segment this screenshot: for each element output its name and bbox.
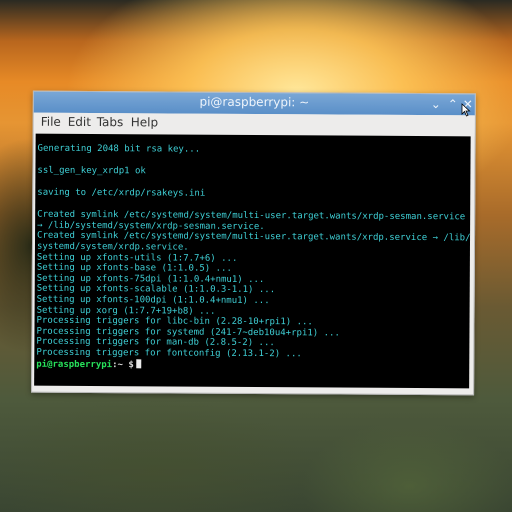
menu-tabs[interactable]: Tabs	[97, 115, 124, 129]
window-title: pi@raspberrypi: ~	[199, 94, 310, 110]
menu-help[interactable]: Help	[131, 115, 158, 129]
terminal-output-area[interactable]: Generating 2048 bit rsa key... ssl_gen_k…	[34, 133, 471, 389]
minimize-button[interactable]: ⌄	[427, 95, 445, 113]
shell-prompt[interactable]: pi@raspberrypi:~ $	[36, 358, 467, 371]
mouse-pointer-icon	[461, 103, 471, 117]
prompt-user-host: pi@raspberrypi	[36, 359, 113, 370]
menu-bar: File Edit Tabs Help	[33, 112, 475, 137]
menu-edit[interactable]: Edit	[68, 115, 91, 129]
text-cursor	[135, 358, 141, 368]
terminal-window[interactable]: pi@raspberrypi: ~ ⌄ ⌃ ✕ File Edit Tabs H…	[31, 90, 476, 396]
menu-file[interactable]: File	[41, 115, 61, 129]
prompt-path: :~ $	[112, 359, 134, 370]
window-titlebar[interactable]: pi@raspberrypi: ~ ⌄ ⌃ ✕	[33, 91, 475, 116]
